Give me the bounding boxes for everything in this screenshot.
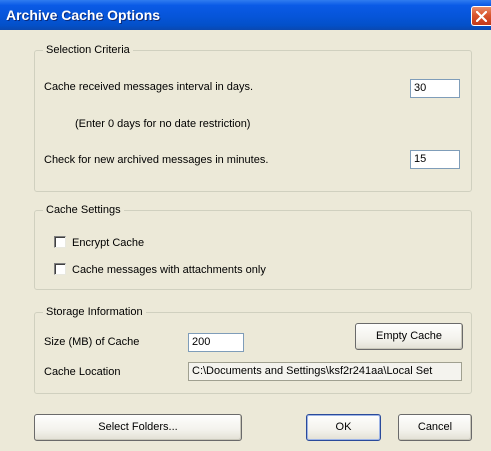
cache-location-field[interactable]: C:\Documents and Settings\ksf2r241aa\Loc… bbox=[188, 362, 462, 381]
cache-location-label: Cache Location bbox=[44, 366, 121, 378]
select-folders-button[interactable]: Select Folders... bbox=[34, 414, 242, 441]
storage-information-legend: Storage Information bbox=[46, 306, 143, 318]
attachments-only-label: Cache messages with attachments only bbox=[72, 264, 266, 276]
interval-days-input[interactable]: 30 bbox=[410, 79, 460, 98]
close-button[interactable] bbox=[471, 6, 491, 26]
attachments-only-checkbox[interactable] bbox=[54, 263, 66, 275]
empty-cache-button[interactable]: Empty Cache bbox=[355, 323, 463, 350]
title-bar: Archive Cache Options bbox=[0, 0, 491, 30]
cache-size-label: Size (MB) of Cache bbox=[44, 336, 140, 348]
archive-cache-options-dialog: Archive Cache Options Selection Criteria… bbox=[0, 0, 491, 451]
cancel-button[interactable]: Cancel bbox=[398, 414, 472, 441]
encrypt-cache-checkbox[interactable] bbox=[54, 236, 66, 248]
check-interval-label: Check for new archived messages in minut… bbox=[44, 154, 269, 166]
ok-button[interactable]: OK bbox=[306, 414, 381, 441]
cache-size-input[interactable]: 200 bbox=[188, 333, 244, 352]
check-minutes-input[interactable]: 15 bbox=[410, 150, 460, 169]
interval-label: Cache received messages interval in days… bbox=[44, 81, 254, 93]
close-icon bbox=[476, 11, 487, 22]
encrypt-cache-label: Encrypt Cache bbox=[72, 237, 145, 249]
interval-hint: (Enter 0 days for no date restriction) bbox=[75, 118, 251, 130]
window-title: Archive Cache Options bbox=[6, 7, 161, 23]
selection-criteria-legend: Selection Criteria bbox=[46, 44, 130, 56]
cache-settings-legend: Cache Settings bbox=[46, 204, 121, 216]
